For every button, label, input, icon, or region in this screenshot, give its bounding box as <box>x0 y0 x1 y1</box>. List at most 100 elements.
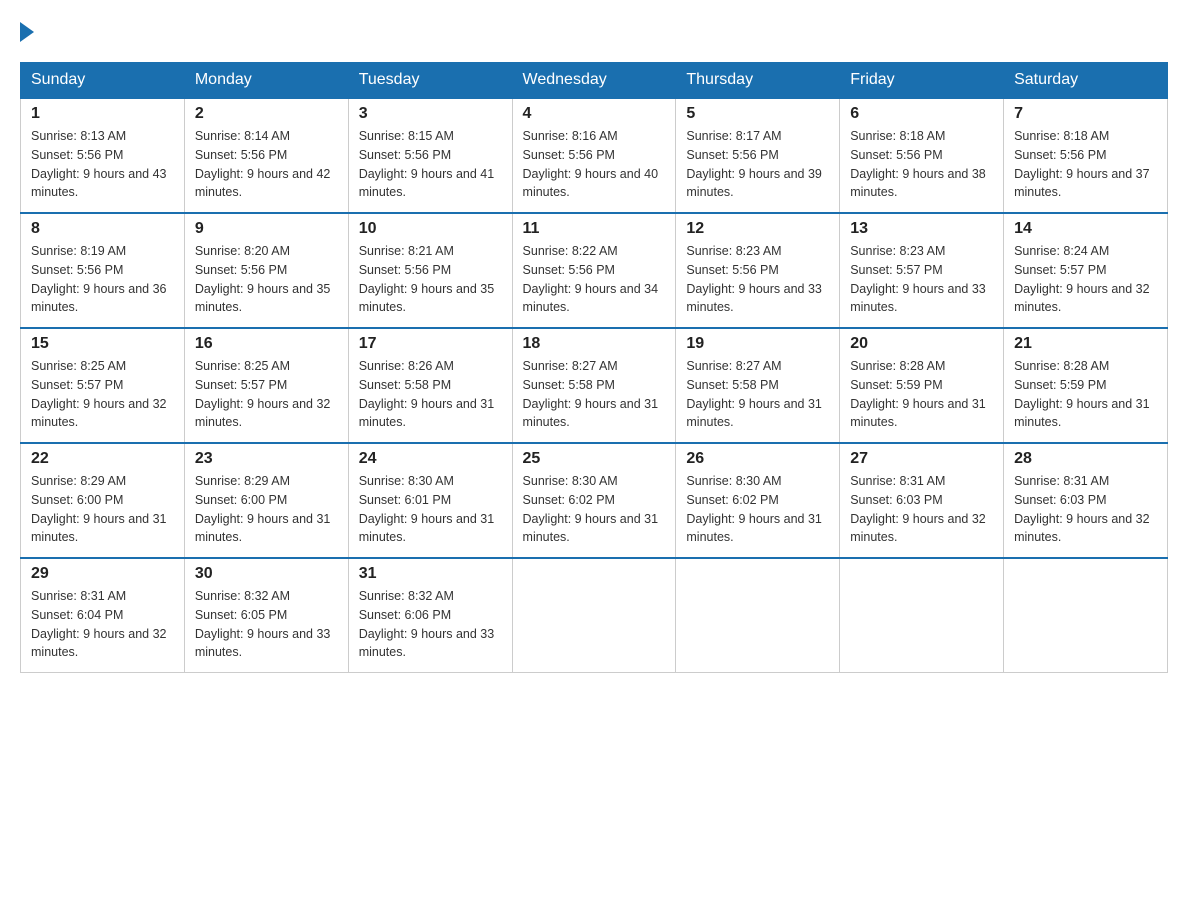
calendar-cell: 24 Sunrise: 8:30 AM Sunset: 6:01 PM Dayl… <box>348 443 512 558</box>
calendar-cell: 1 Sunrise: 8:13 AM Sunset: 5:56 PM Dayli… <box>21 98 185 213</box>
day-number: 13 <box>850 220 993 238</box>
calendar-cell: 17 Sunrise: 8:26 AM Sunset: 5:58 PM Dayl… <box>348 328 512 443</box>
logo-arrow-icon <box>20 22 34 42</box>
day-number: 5 <box>686 105 829 123</box>
calendar-cell: 27 Sunrise: 8:31 AM Sunset: 6:03 PM Dayl… <box>840 443 1004 558</box>
day-number: 6 <box>850 105 993 123</box>
day-number: 18 <box>523 335 666 353</box>
calendar-cell: 25 Sunrise: 8:30 AM Sunset: 6:02 PM Dayl… <box>512 443 676 558</box>
day-number: 25 <box>523 450 666 468</box>
calendar-cell: 21 Sunrise: 8:28 AM Sunset: 5:59 PM Dayl… <box>1004 328 1168 443</box>
calendar-cell: 4 Sunrise: 8:16 AM Sunset: 5:56 PM Dayli… <box>512 98 676 213</box>
calendar-cell: 13 Sunrise: 8:23 AM Sunset: 5:57 PM Dayl… <box>840 213 1004 328</box>
day-number: 24 <box>359 450 502 468</box>
calendar-week-row: 22 Sunrise: 8:29 AM Sunset: 6:00 PM Dayl… <box>21 443 1168 558</box>
day-number: 12 <box>686 220 829 238</box>
day-number: 29 <box>31 565 174 583</box>
day-number: 3 <box>359 105 502 123</box>
day-number: 1 <box>31 105 174 123</box>
calendar-week-row: 8 Sunrise: 8:19 AM Sunset: 5:56 PM Dayli… <box>21 213 1168 328</box>
calendar-cell <box>512 558 676 673</box>
day-info: Sunrise: 8:13 AM Sunset: 5:56 PM Dayligh… <box>31 127 174 202</box>
day-info: Sunrise: 8:31 AM Sunset: 6:03 PM Dayligh… <box>1014 472 1157 547</box>
weekday-header-row: SundayMondayTuesdayWednesdayThursdayFrid… <box>21 63 1168 99</box>
day-info: Sunrise: 8:32 AM Sunset: 6:05 PM Dayligh… <box>195 587 338 662</box>
day-info: Sunrise: 8:27 AM Sunset: 5:58 PM Dayligh… <box>523 357 666 432</box>
day-number: 22 <box>31 450 174 468</box>
calendar-cell: 5 Sunrise: 8:17 AM Sunset: 5:56 PM Dayli… <box>676 98 840 213</box>
calendar-cell: 30 Sunrise: 8:32 AM Sunset: 6:05 PM Dayl… <box>184 558 348 673</box>
weekday-header-sunday: Sunday <box>21 63 185 99</box>
day-info: Sunrise: 8:20 AM Sunset: 5:56 PM Dayligh… <box>195 242 338 317</box>
day-info: Sunrise: 8:25 AM Sunset: 5:57 PM Dayligh… <box>195 357 338 432</box>
day-number: 9 <box>195 220 338 238</box>
day-info: Sunrise: 8:29 AM Sunset: 6:00 PM Dayligh… <box>195 472 338 547</box>
calendar-cell: 22 Sunrise: 8:29 AM Sunset: 6:00 PM Dayl… <box>21 443 185 558</box>
day-info: Sunrise: 8:31 AM Sunset: 6:03 PM Dayligh… <box>850 472 993 547</box>
calendar-cell: 8 Sunrise: 8:19 AM Sunset: 5:56 PM Dayli… <box>21 213 185 328</box>
calendar-cell: 2 Sunrise: 8:14 AM Sunset: 5:56 PM Dayli… <box>184 98 348 213</box>
calendar-cell <box>840 558 1004 673</box>
day-info: Sunrise: 8:22 AM Sunset: 5:56 PM Dayligh… <box>523 242 666 317</box>
calendar-table: SundayMondayTuesdayWednesdayThursdayFrid… <box>20 62 1168 673</box>
day-number: 20 <box>850 335 993 353</box>
calendar-week-row: 15 Sunrise: 8:25 AM Sunset: 5:57 PM Dayl… <box>21 328 1168 443</box>
calendar-cell: 14 Sunrise: 8:24 AM Sunset: 5:57 PM Dayl… <box>1004 213 1168 328</box>
day-info: Sunrise: 8:14 AM Sunset: 5:56 PM Dayligh… <box>195 127 338 202</box>
day-info: Sunrise: 8:28 AM Sunset: 5:59 PM Dayligh… <box>850 357 993 432</box>
calendar-cell <box>1004 558 1168 673</box>
day-info: Sunrise: 8:15 AM Sunset: 5:56 PM Dayligh… <box>359 127 502 202</box>
day-number: 15 <box>31 335 174 353</box>
day-info: Sunrise: 8:26 AM Sunset: 5:58 PM Dayligh… <box>359 357 502 432</box>
day-info: Sunrise: 8:19 AM Sunset: 5:56 PM Dayligh… <box>31 242 174 317</box>
day-number: 16 <box>195 335 338 353</box>
day-info: Sunrise: 8:30 AM Sunset: 6:02 PM Dayligh… <box>523 472 666 547</box>
day-number: 23 <box>195 450 338 468</box>
day-number: 2 <box>195 105 338 123</box>
weekday-header-tuesday: Tuesday <box>348 63 512 99</box>
day-number: 7 <box>1014 105 1157 123</box>
day-info: Sunrise: 8:16 AM Sunset: 5:56 PM Dayligh… <box>523 127 666 202</box>
calendar-cell: 11 Sunrise: 8:22 AM Sunset: 5:56 PM Dayl… <box>512 213 676 328</box>
calendar-cell: 20 Sunrise: 8:28 AM Sunset: 5:59 PM Dayl… <box>840 328 1004 443</box>
calendar-cell: 31 Sunrise: 8:32 AM Sunset: 6:06 PM Dayl… <box>348 558 512 673</box>
day-info: Sunrise: 8:28 AM Sunset: 5:59 PM Dayligh… <box>1014 357 1157 432</box>
day-number: 17 <box>359 335 502 353</box>
calendar-cell: 12 Sunrise: 8:23 AM Sunset: 5:56 PM Dayl… <box>676 213 840 328</box>
calendar-cell: 19 Sunrise: 8:27 AM Sunset: 5:58 PM Dayl… <box>676 328 840 443</box>
day-number: 30 <box>195 565 338 583</box>
calendar-week-row: 1 Sunrise: 8:13 AM Sunset: 5:56 PM Dayli… <box>21 98 1168 213</box>
day-info: Sunrise: 8:23 AM Sunset: 5:57 PM Dayligh… <box>850 242 993 317</box>
day-info: Sunrise: 8:21 AM Sunset: 5:56 PM Dayligh… <box>359 242 502 317</box>
calendar-cell: 15 Sunrise: 8:25 AM Sunset: 5:57 PM Dayl… <box>21 328 185 443</box>
logo <box>20 20 34 42</box>
day-info: Sunrise: 8:24 AM Sunset: 5:57 PM Dayligh… <box>1014 242 1157 317</box>
day-info: Sunrise: 8:17 AM Sunset: 5:56 PM Dayligh… <box>686 127 829 202</box>
calendar-cell: 3 Sunrise: 8:15 AM Sunset: 5:56 PM Dayli… <box>348 98 512 213</box>
calendar-week-row: 29 Sunrise: 8:31 AM Sunset: 6:04 PM Dayl… <box>21 558 1168 673</box>
calendar-cell: 26 Sunrise: 8:30 AM Sunset: 6:02 PM Dayl… <box>676 443 840 558</box>
calendar-cell: 18 Sunrise: 8:27 AM Sunset: 5:58 PM Dayl… <box>512 328 676 443</box>
day-number: 26 <box>686 450 829 468</box>
day-number: 4 <box>523 105 666 123</box>
calendar-cell: 9 Sunrise: 8:20 AM Sunset: 5:56 PM Dayli… <box>184 213 348 328</box>
weekday-header-saturday: Saturday <box>1004 63 1168 99</box>
calendar-cell: 7 Sunrise: 8:18 AM Sunset: 5:56 PM Dayli… <box>1004 98 1168 213</box>
day-info: Sunrise: 8:30 AM Sunset: 6:01 PM Dayligh… <box>359 472 502 547</box>
day-number: 28 <box>1014 450 1157 468</box>
weekday-header-friday: Friday <box>840 63 1004 99</box>
day-number: 19 <box>686 335 829 353</box>
calendar-cell: 23 Sunrise: 8:29 AM Sunset: 6:00 PM Dayl… <box>184 443 348 558</box>
day-info: Sunrise: 8:30 AM Sunset: 6:02 PM Dayligh… <box>686 472 829 547</box>
day-info: Sunrise: 8:27 AM Sunset: 5:58 PM Dayligh… <box>686 357 829 432</box>
day-number: 11 <box>523 220 666 238</box>
day-number: 27 <box>850 450 993 468</box>
day-info: Sunrise: 8:18 AM Sunset: 5:56 PM Dayligh… <box>850 127 993 202</box>
weekday-header-wednesday: Wednesday <box>512 63 676 99</box>
calendar-cell: 16 Sunrise: 8:25 AM Sunset: 5:57 PM Dayl… <box>184 328 348 443</box>
day-info: Sunrise: 8:31 AM Sunset: 6:04 PM Dayligh… <box>31 587 174 662</box>
day-number: 10 <box>359 220 502 238</box>
day-info: Sunrise: 8:18 AM Sunset: 5:56 PM Dayligh… <box>1014 127 1157 202</box>
day-info: Sunrise: 8:23 AM Sunset: 5:56 PM Dayligh… <box>686 242 829 317</box>
page-header <box>20 20 1168 42</box>
